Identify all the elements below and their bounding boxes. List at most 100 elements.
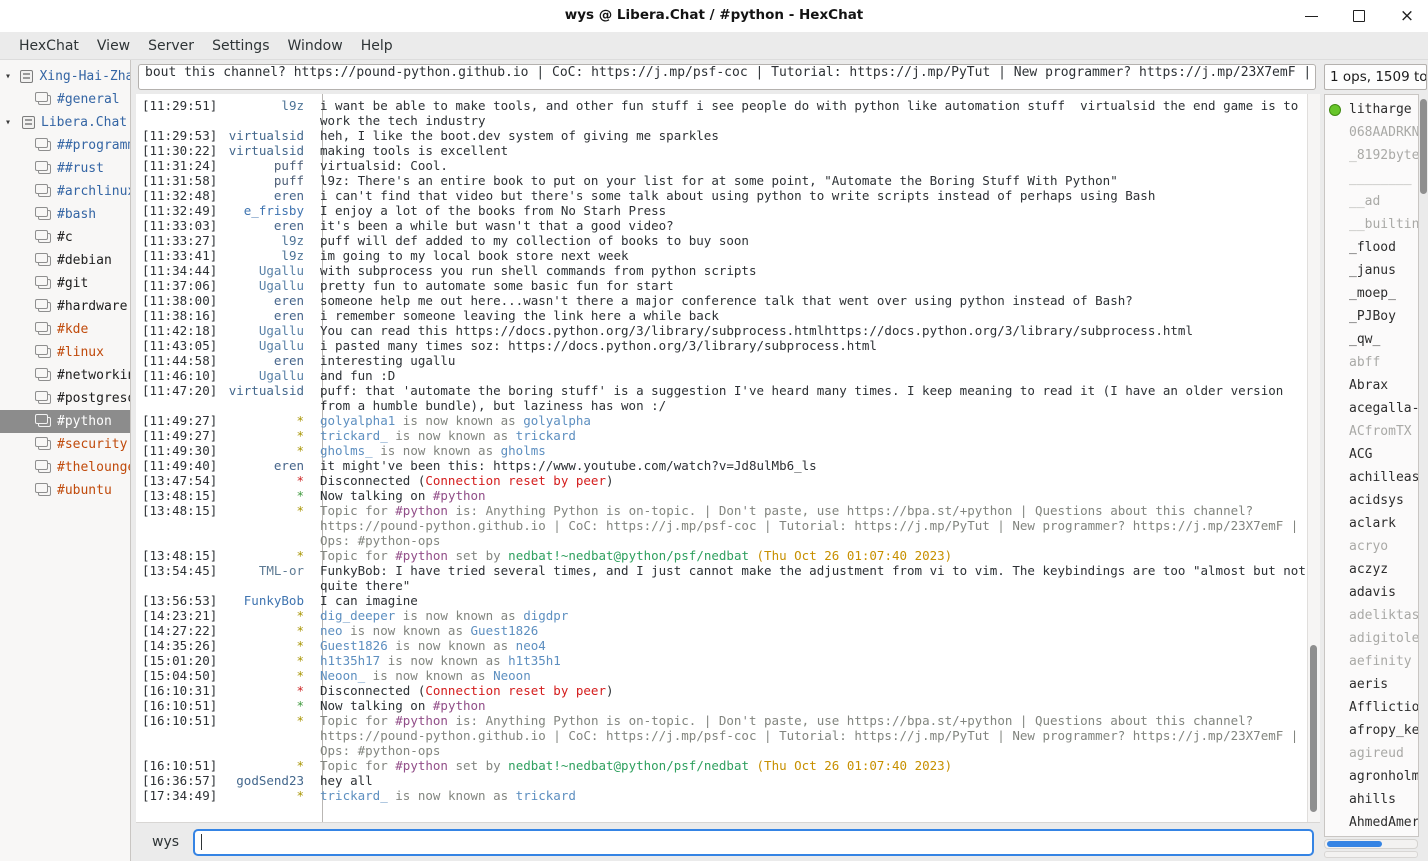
message-text: i remember someone leaving the link here… bbox=[314, 308, 1306, 323]
tree-channel-bash[interactable]: #bash bbox=[0, 203, 130, 226]
tree-channel-c[interactable]: #c bbox=[0, 226, 130, 249]
message-segment: l9z: There's an entire book to put on yo… bbox=[320, 173, 1118, 188]
tree-channel-ubuntu[interactable]: #ubuntu bbox=[0, 479, 130, 502]
message-segment: is now known as bbox=[380, 653, 508, 668]
chat-line: [11:32:49]e_frisbyI enjoy a lot of the b… bbox=[136, 203, 1306, 218]
user-row[interactable]: _janus bbox=[1325, 259, 1418, 282]
user-row[interactable]: _moep_ bbox=[1325, 282, 1418, 305]
user-row[interactable]: acidsys bbox=[1325, 489, 1418, 512]
tree-channel-postgresql[interactable]: #postgresql bbox=[0, 387, 130, 410]
user-row[interactable]: Afflictio bbox=[1325, 696, 1418, 719]
user-row[interactable]: acryo bbox=[1325, 535, 1418, 558]
userlist-hscrollbar-thumb[interactable] bbox=[1327, 841, 1382, 847]
chat-line: [11:49:30]*gholms_ is now known as gholm… bbox=[136, 443, 1306, 458]
tree-channel-hardware[interactable]: #hardware bbox=[0, 295, 130, 318]
user-row[interactable]: ACfromTX bbox=[1325, 420, 1418, 443]
userlist-vscrollbar-thumb[interactable] bbox=[1420, 99, 1427, 194]
chat-scrollbar-thumb[interactable] bbox=[1310, 645, 1317, 812]
menu-item-window[interactable]: Window bbox=[278, 35, 351, 57]
user-row[interactable]: _PJBoy bbox=[1325, 305, 1418, 328]
maximize-button[interactable] bbox=[1348, 5, 1370, 27]
text-caret bbox=[201, 834, 202, 850]
chat-line: [14:27:22]*neo is now known as Guest1826 bbox=[136, 623, 1306, 638]
chat-scrollbar[interactable] bbox=[1307, 94, 1320, 822]
menu-item-help[interactable]: Help bbox=[352, 35, 402, 57]
tree-channel-linux[interactable]: #linux bbox=[0, 341, 130, 364]
tree-channel-programming[interactable]: ##programming bbox=[0, 134, 130, 157]
user-row[interactable]: abff bbox=[1325, 351, 1418, 374]
menu-item-server[interactable]: Server bbox=[139, 35, 203, 57]
menu-item-settings[interactable]: Settings bbox=[203, 35, 278, 57]
menu-item-view[interactable]: View bbox=[88, 35, 139, 57]
user-row[interactable]: __builtin bbox=[1325, 213, 1418, 236]
tree-label: #ubuntu bbox=[57, 483, 112, 498]
timestamp: [11:43:05] bbox=[136, 338, 220, 353]
tree-channel-git[interactable]: #git bbox=[0, 272, 130, 295]
user-row[interactable]: adigitole bbox=[1325, 627, 1418, 650]
user-nick: aclark bbox=[1349, 516, 1396, 531]
expander-icon[interactable]: ▾ bbox=[5, 71, 17, 82]
timestamp: [11:49:30] bbox=[136, 443, 220, 458]
user-row[interactable]: _8192byte bbox=[1325, 144, 1418, 167]
user-row[interactable]: _flood bbox=[1325, 236, 1418, 259]
tree-channel-security[interactable]: #security bbox=[0, 433, 130, 456]
user-row[interactable]: aefinity bbox=[1325, 650, 1418, 673]
user-nick: _PJBoy bbox=[1349, 309, 1396, 324]
timestamp: [13:48:15] bbox=[136, 488, 220, 503]
user-row[interactable]: aczyz bbox=[1325, 558, 1418, 581]
user-row[interactable]: ________ bbox=[1325, 167, 1418, 190]
own-nick-button[interactable]: wys bbox=[148, 832, 183, 852]
timestamp: [11:33:41] bbox=[136, 248, 220, 263]
close-button[interactable]: × bbox=[1396, 5, 1418, 27]
message-segment: #python bbox=[395, 713, 448, 728]
menu-item-hexchat[interactable]: HexChat bbox=[10, 35, 88, 57]
timestamp: [13:56:53] bbox=[136, 593, 220, 608]
tree-channel-archlinux[interactable]: #archlinux bbox=[0, 180, 130, 203]
message-text: h1t35h17 is now known as h1t35h1 bbox=[314, 653, 1306, 668]
user-row[interactable]: agireud bbox=[1325, 742, 1418, 765]
tree-channel-python[interactable]: #python bbox=[0, 410, 130, 433]
user-row[interactable]: ahills bbox=[1325, 788, 1418, 811]
tree-channel-networking[interactable]: #networking bbox=[0, 364, 130, 387]
user-row[interactable]: acegalla- bbox=[1325, 397, 1418, 420]
message-segment: trickard bbox=[516, 428, 576, 443]
user-row[interactable]: _qw_ bbox=[1325, 328, 1418, 351]
userlist-hscrollbar[interactable] bbox=[1324, 839, 1418, 849]
tree-channel-thelounge[interactable]: #thelounge bbox=[0, 456, 130, 479]
user-nick: agronholm bbox=[1349, 769, 1419, 784]
minimize-button[interactable] bbox=[1300, 5, 1322, 27]
channel-icon bbox=[38, 463, 51, 473]
topic-input[interactable]: bout this channel? https://pound-python.… bbox=[138, 64, 1316, 90]
message-segment: Topic for bbox=[320, 548, 395, 563]
user-row[interactable]: AhmedAmer bbox=[1325, 811, 1418, 834]
nick: eren bbox=[220, 293, 304, 308]
user-row[interactable]: adeliktas bbox=[1325, 604, 1418, 627]
tree-channel-kde[interactable]: #kde bbox=[0, 318, 130, 341]
tree-channel-debian[interactable]: #debian bbox=[0, 249, 130, 272]
user-row[interactable]: afropy_ke bbox=[1325, 719, 1418, 742]
userlist-vscrollbar[interactable] bbox=[1419, 94, 1428, 837]
user-row[interactable]: __ad bbox=[1325, 190, 1418, 213]
message-segment: ) bbox=[606, 473, 614, 488]
user-row[interactable]: Abrax bbox=[1325, 374, 1418, 397]
timestamp: [16:10:51] bbox=[136, 713, 220, 728]
tree-channel-general[interactable]: #general bbox=[0, 88, 130, 111]
tree-channel-rust[interactable]: ##rust bbox=[0, 157, 130, 180]
event-star: * bbox=[220, 653, 304, 668]
user-row[interactable]: litharge bbox=[1325, 98, 1418, 121]
chat-line: [11:38:00]erensomeone help me out here..… bbox=[136, 293, 1306, 308]
expander-icon[interactable]: ▾ bbox=[5, 117, 19, 128]
tree-network-libera.chat[interactable]: ▾Libera.Chat bbox=[0, 111, 130, 134]
user-row[interactable]: aeris bbox=[1325, 673, 1418, 696]
message-segment: interesting ugallu bbox=[320, 353, 455, 368]
user-row[interactable]: agronholm bbox=[1325, 765, 1418, 788]
channel-icon bbox=[38, 371, 51, 381]
user-row[interactable]: aclark bbox=[1325, 512, 1418, 535]
user-row[interactable]: adavis bbox=[1325, 581, 1418, 604]
user-row[interactable]: achilleas bbox=[1325, 466, 1418, 489]
tree-network-xing-hai-zhan[interactable]: ▾Xing-Hai-Zhan bbox=[0, 65, 130, 88]
user-nick: _janus bbox=[1349, 263, 1396, 278]
user-row[interactable]: ACG bbox=[1325, 443, 1418, 466]
user-row[interactable]: 068AADRKN bbox=[1325, 121, 1418, 144]
message-input[interactable] bbox=[193, 829, 1314, 856]
